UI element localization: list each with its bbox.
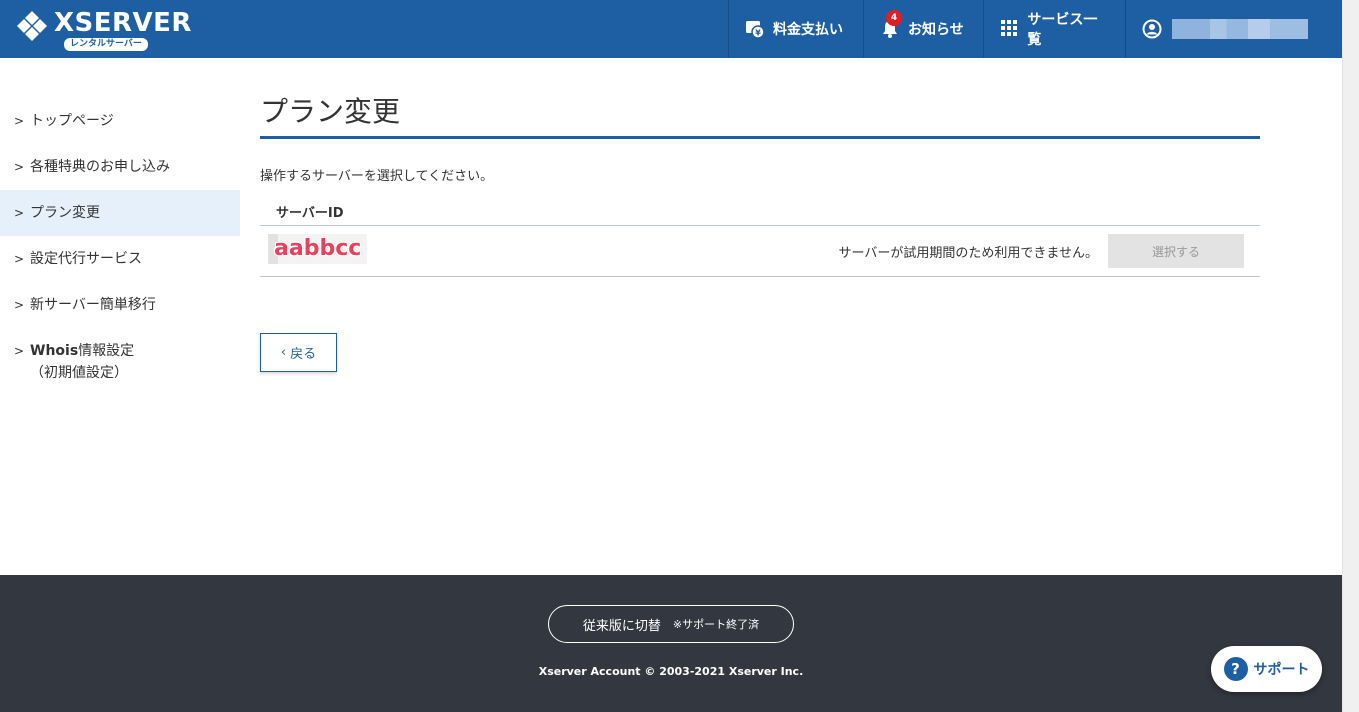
svg-text:¥: ¥ <box>755 29 761 38</box>
logo-subtitle: レンタルサーバー <box>64 38 148 51</box>
sidebar-item-benefits[interactable]: > 各種特典のお申し込み <box>0 144 240 190</box>
sidebar-item-plan-change[interactable]: > プラン変更 <box>0 190 240 236</box>
sidebar-item-label: 設定代行サービス <box>30 251 142 267</box>
nav-payment[interactable]: ¥ 料金支払い <box>728 0 863 58</box>
switch-legacy-note: ※サポート終了済 <box>672 618 760 631</box>
chevron-right-icon: > <box>14 114 25 128</box>
back-button-label: 戻る <box>290 347 317 362</box>
sidebar-item-label: トップページ <box>30 113 114 129</box>
header-bar: XSERVER レンタルサーバー ¥ 料金支払い 4 お知らせ サービス一覧 <box>0 0 1342 58</box>
nav-user-menu[interactable] <box>1125 0 1325 58</box>
bell-icon: 4 <box>880 10 902 39</box>
sidebar-item-migration[interactable]: > 新サーバー簡単移行 <box>0 282 240 328</box>
question-icon: ? <box>1223 657 1248 681</box>
sidebar-item-top[interactable]: > トップページ <box>0 98 240 144</box>
sidebar-item-label: 新サーバー簡単移行 <box>30 297 156 313</box>
scrollbar[interactable] <box>1342 0 1359 712</box>
sidebar: > トップページ > 各種特典のお申し込み > プラン変更 > 設定代行サービス… <box>0 98 240 396</box>
main-content: プラン変更 操作するサーバーを選択してください。 サーバーID aabbcc サ… <box>260 90 1260 372</box>
chevron-right-icon: > <box>14 298 25 312</box>
chevron-right-icon: > <box>14 160 25 174</box>
sidebar-item-label: 各種特典のお申し込み <box>30 159 170 175</box>
nav-notice-label: お知らせ <box>908 22 964 38</box>
user-icon <box>1142 19 1162 39</box>
nav-services-label: サービス一覧 <box>1027 12 1098 48</box>
nav-payment-label: 料金支払い <box>773 22 843 38</box>
sidebar-item-label: プラン変更 <box>30 205 100 221</box>
back-button[interactable]: ‹ 戻る <box>260 333 337 372</box>
chevron-right-icon: > <box>14 252 25 266</box>
chevron-right-icon: > <box>14 206 25 220</box>
sidebar-item-label-line2: （初期値設定） <box>30 365 128 381</box>
page-title: プラン変更 <box>260 90 1260 139</box>
logo-diamond-icon <box>17 11 47 41</box>
sidebar-item-setup-service[interactable]: > 設定代行サービス <box>0 236 240 282</box>
support-button[interactable]: ? サポート <box>1211 646 1322 692</box>
chevron-left-icon: ‹ <box>280 345 287 360</box>
logo-text: XSERVER <box>54 8 192 38</box>
user-name-masked <box>1172 19 1308 39</box>
nav-services[interactable]: サービス一覧 <box>983 0 1125 58</box>
sidebar-item-whois[interactable]: > Whois情報設定 （初期値設定） <box>0 328 240 396</box>
xserver-logo[interactable]: XSERVER レンタルサーバー <box>16 6 191 54</box>
switch-legacy-label: 従来版に切替 <box>582 618 661 634</box>
table-header-server-id: サーバーID <box>260 202 1260 226</box>
grid-icon <box>1000 19 1019 39</box>
sidebar-item-label-bold: Whois <box>30 343 79 359</box>
server-id-value: aabbcc <box>268 234 368 264</box>
payment-icon: ¥ <box>745 19 765 39</box>
notice-badge: 4 <box>886 10 902 26</box>
switch-legacy-button[interactable]: 従来版に切替 ※サポート終了済 <box>548 605 794 643</box>
support-button-label: サポート <box>1253 662 1310 678</box>
select-button[interactable]: 選択する <box>1108 234 1244 268</box>
header-nav: ¥ 料金支払い 4 お知らせ サービス一覧 <box>728 0 1325 58</box>
chevron-right-icon: > <box>14 344 25 358</box>
row-unavailable-note: サーバーが試用期間のため利用できません。 <box>838 246 1098 261</box>
sidebar-item-label-rest: 情報設定 <box>78 343 135 359</box>
copyright-text: Xserver Account © 2003-2021 Xserver Inc. <box>538 665 804 678</box>
nav-notice[interactable]: 4 お知らせ <box>863 0 983 58</box>
instruction-text: 操作するサーバーを選択してください。 <box>260 169 494 184</box>
footer: 従来版に切替 ※サポート終了済 Xserver Account © 2003-2… <box>0 575 1342 712</box>
sidebar-item-label: Whois情報設定 （初期値設定） <box>30 340 134 384</box>
table-row: aabbcc サーバーが試用期間のため利用できません。 選択する <box>260 226 1260 277</box>
